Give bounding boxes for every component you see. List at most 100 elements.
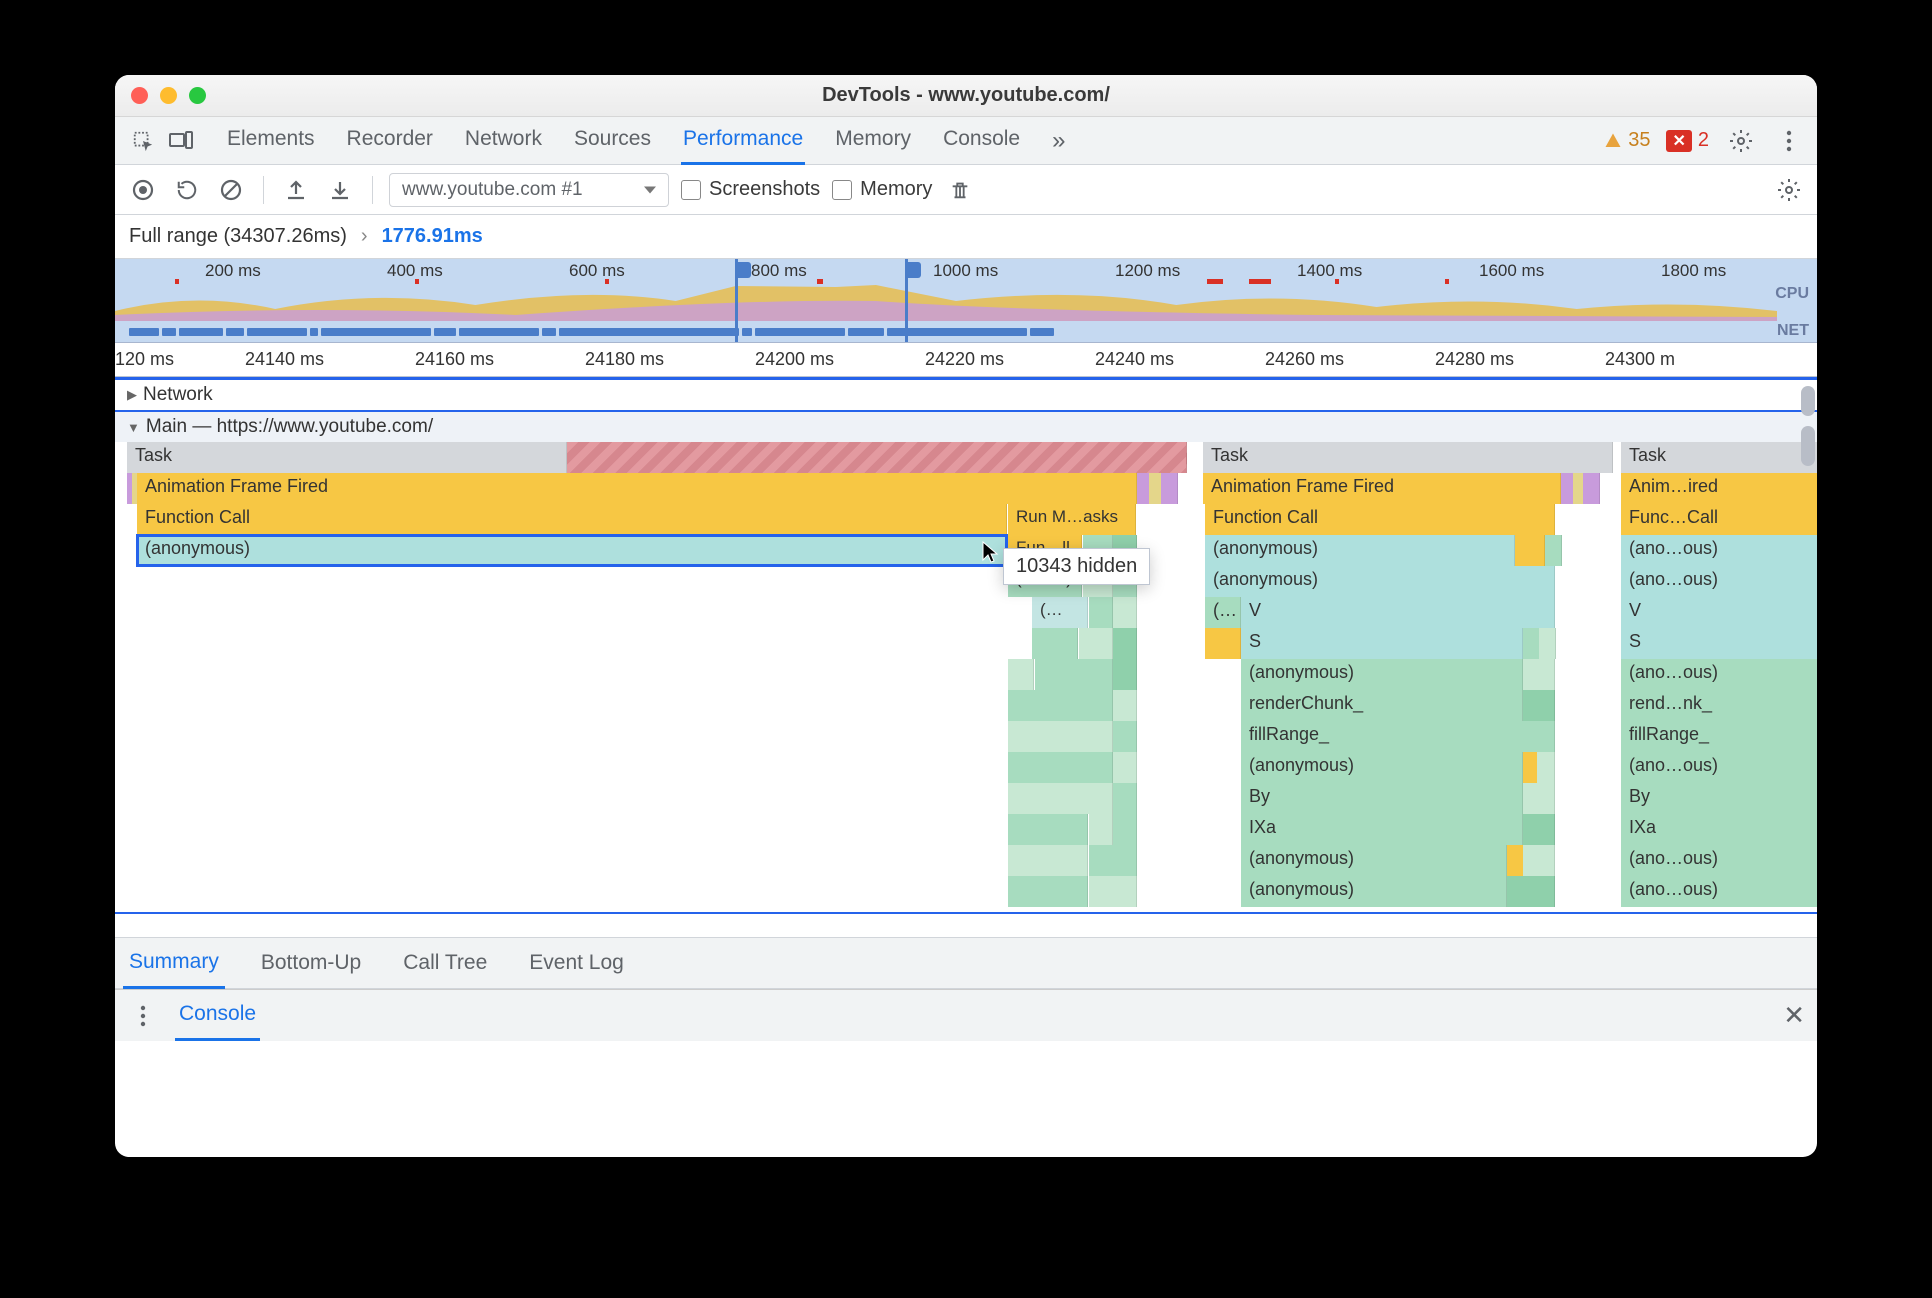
flame-chart[interactable]: Task Task Task Animation Frame Fired Ani… [115,442,1817,912]
clear-icon[interactable] [215,174,247,206]
flame-sliver[interactable] [1008,876,1088,907]
memory-checkbox[interactable]: Memory [832,178,932,201]
flame-sliver[interactable] [1537,752,1555,783]
flame-sliver[interactable] [1008,814,1088,845]
flame-renderchunk-s[interactable]: rend…nk_ [1621,690,1817,721]
tabs-overflow[interactable]: » [1050,117,1067,165]
flame-sliver[interactable] [1583,473,1600,504]
tab-recorder[interactable]: Recorder [345,117,435,165]
kebab-icon[interactable] [1773,125,1805,157]
tab-bottom-up[interactable]: Bottom-Up [255,939,367,987]
flame-by[interactable]: By [1241,783,1523,814]
flame-sliver[interactable] [1008,845,1088,876]
flame-sliver[interactable] [1113,752,1137,783]
flame-anonymous[interactable]: (anonymous) [1241,752,1523,783]
overview-timeline[interactable]: 200 ms400 ms600 ms800 ms1000 ms1200 ms14… [115,259,1817,343]
tab-sources[interactable]: Sources [572,117,653,165]
detail-ruler[interactable]: 120 ms24140 ms24160 ms24180 ms24200 ms24… [115,343,1817,377]
flame-sliver[interactable] [1008,659,1034,690]
gear-icon[interactable] [1725,125,1757,157]
flame-sliver[interactable] [1523,783,1555,814]
flame-animation-frame[interactable]: Animation Frame Fired [1203,473,1561,504]
flame-sliver[interactable] [1035,659,1113,690]
flame-ixa[interactable]: IXa [1621,814,1817,845]
main-track-header[interactable]: ▼Main — https://www.youtube.com/ [115,412,1817,442]
flame-sliver[interactable] [1523,690,1555,721]
device-icon[interactable] [165,125,197,157]
flame-anonymous-s[interactable]: (ano…ous) [1621,566,1817,597]
flame-anonymous[interactable]: (anonymous) [1205,535,1515,566]
scrollbar-thumb[interactable] [1801,426,1815,466]
flame-ixa[interactable]: IXa [1241,814,1523,845]
warnings-badge[interactable]: 35 [1604,129,1650,152]
flame-anonymous[interactable]: (anonymous) [1241,845,1507,876]
toolbar-gear-icon[interactable] [1773,174,1805,206]
tab-elements[interactable]: Elements [225,117,317,165]
download-icon[interactable] [324,174,356,206]
errors-badge[interactable]: ✕ 2 [1666,129,1709,152]
collect-garbage-icon[interactable] [944,174,976,206]
flame-sliver[interactable] [1113,690,1137,721]
flame-sliver[interactable] [1008,721,1113,752]
flame-sliver[interactable] [1113,783,1137,814]
scrollbar-thumb-top[interactable] [1801,386,1815,416]
flame-anonymous-s[interactable]: (ano…ous) [1621,659,1817,690]
flame-run-microtasks[interactable]: Run M…asks [1008,504,1136,535]
profile-select[interactable]: www.youtube.com #1 [389,173,669,207]
flame-sliver[interactable] [1008,783,1113,814]
tab-summary[interactable]: Summary [123,938,225,989]
flame-animation-frame-s[interactable]: Anim…ired [1621,473,1817,504]
flame-sliver[interactable] [1008,690,1113,721]
flame-sliver[interactable] [1523,628,1540,659]
drawer-kebab-icon[interactable] [127,1000,159,1032]
flame-function-call[interactable]: Function Call [1205,504,1555,535]
flame-anonymous[interactable]: (anonymous) [1241,659,1523,690]
tab-network[interactable]: Network [463,117,544,165]
flame-sliver[interactable] [1008,752,1113,783]
flame-sliver[interactable] [1507,845,1524,876]
window-maximize-button[interactable] [189,87,206,104]
flame-anonymous-s[interactable]: (ano…ous) [1621,845,1817,876]
flame-paren[interactable]: (… [1032,597,1088,628]
flame-sliver[interactable] [1113,628,1137,659]
tab-call-tree[interactable]: Call Tree [397,939,493,987]
flame-sliver[interactable] [1113,597,1137,628]
drawer-close-icon[interactable]: ✕ [1783,1000,1805,1031]
flame-function-call[interactable]: Function Call [137,504,1007,535]
record-icon[interactable] [127,174,159,206]
flame-v[interactable]: V [1621,597,1817,628]
tab-event-log[interactable]: Event Log [523,939,630,987]
tab-console[interactable]: Console [941,117,1022,165]
drawer-tab-console[interactable]: Console [175,990,260,1041]
flame-task[interactable]: Task [1203,442,1613,473]
flame-sliver[interactable] [1113,814,1137,845]
tracks-area[interactable]: ▶Network ▼Main — https://www.youtube.com… [115,377,1817,937]
flame-sliver[interactable] [1113,721,1137,752]
flame-v[interactable]: V [1241,597,1555,628]
flame-fillrange[interactable]: fillRange_ [1241,721,1555,752]
flame-sliver[interactable] [1089,876,1137,907]
flame-sliver[interactable] [1089,597,1113,628]
flame-sliver[interactable] [1515,535,1545,566]
flame-sliver[interactable] [1545,535,1562,566]
flame-task[interactable]: Task [1621,442,1817,473]
flame-anonymous[interactable]: (anonymous) [1205,566,1555,597]
flame-anonymous-s[interactable]: (ano…ous) [1621,535,1817,566]
flame-sliver[interactable] [1507,876,1555,907]
flame-sliver[interactable] [1079,628,1113,659]
flame-anonymous-s[interactable]: (ano…ous) [1621,752,1817,783]
flame-sliver[interactable] [1161,473,1178,504]
flame-function-call-s[interactable]: Func…Call [1621,504,1817,535]
reload-icon[interactable] [171,174,203,206]
flame-sliver[interactable] [1539,628,1556,659]
flame-fillrange-s[interactable]: fillRange_ [1621,721,1817,752]
tab-memory[interactable]: Memory [833,117,913,165]
flame-sliver[interactable] [1523,814,1555,845]
flame-s[interactable]: S [1621,628,1817,659]
flame-sliver[interactable] [1523,845,1555,876]
tab-performance[interactable]: Performance [681,117,805,165]
flame-s[interactable]: S [1241,628,1523,659]
breadcrumb-selected[interactable]: 1776.91ms [382,225,483,248]
upload-icon[interactable] [280,174,312,206]
window-close-button[interactable] [131,87,148,104]
